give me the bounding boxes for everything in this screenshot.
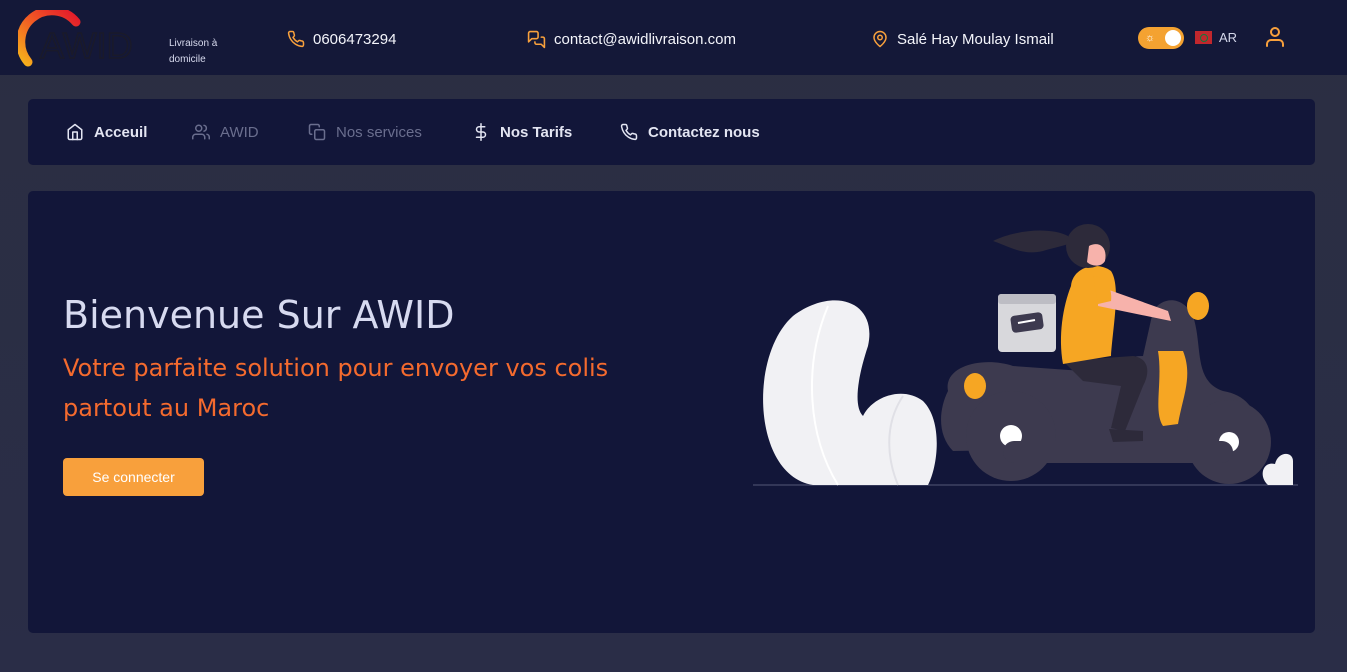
- sun-icon: ☼: [1145, 32, 1156, 44]
- login-button[interactable]: Se connecter: [63, 458, 204, 496]
- logo-subtitle: Livraison à domicile: [169, 38, 218, 65]
- user-icon[interactable]: [1263, 25, 1287, 49]
- phone-contact[interactable]: 0606473294: [287, 28, 396, 50]
- morocco-flag-icon[interactable]: [1195, 31, 1212, 44]
- nav-item-awid[interactable]: AWID: [192, 121, 259, 143]
- delivery-scooter-illustration: [753, 224, 1298, 486]
- nav-label: Nos services: [336, 123, 422, 141]
- copy-icon: [308, 123, 326, 141]
- chat-icon: [527, 30, 546, 48]
- phone-number: 0606473294: [313, 30, 397, 48]
- theme-toggle[interactable]: ☼: [1138, 27, 1184, 49]
- address-contact[interactable]: Salé Hay Moulay Ismail: [871, 28, 1054, 50]
- main-nav: Acceuil AWID Nos services Nos Tarifs Con…: [28, 99, 1315, 165]
- hero-section: Bienvenue Sur AWID Votre parfaite soluti…: [28, 191, 1315, 633]
- phone-icon: [620, 123, 638, 141]
- nav-item-acceuil[interactable]: Acceuil: [66, 121, 147, 143]
- phone-icon: [287, 30, 305, 48]
- map-pin-icon: [873, 30, 887, 48]
- logo-text: AWID: [40, 25, 133, 66]
- language-switch[interactable]: AR: [1219, 30, 1237, 45]
- users-icon: [192, 124, 210, 140]
- nav-label: Nos Tarifs: [500, 123, 573, 141]
- nav-item-tarifs[interactable]: Nos Tarifs: [472, 121, 572, 143]
- nav-label: Contactez nous: [648, 123, 760, 141]
- email-address: contact@awidlivraison.com: [554, 30, 736, 48]
- top-bar: AWID Livraison à domicile 0606473294 con…: [0, 0, 1347, 75]
- nav-label: Acceuil: [94, 123, 148, 141]
- hero-subtitle: Votre parfaite solution pour envoyer vos…: [63, 354, 609, 422]
- logo[interactable]: AWID: [18, 10, 168, 68]
- email-contact[interactable]: contact@awidlivraison.com: [527, 28, 736, 50]
- toggle-knob: [1165, 30, 1181, 46]
- nav-item-contact[interactable]: Contactez nous: [620, 121, 760, 143]
- dollar-icon: [475, 123, 487, 141]
- address-text: Salé Hay Moulay Ismail: [897, 30, 1054, 48]
- hero-title: Bienvenue Sur AWID: [63, 293, 455, 337]
- nav-item-services[interactable]: Nos services: [308, 121, 422, 143]
- nav-label: AWID: [220, 123, 259, 141]
- home-icon: [67, 123, 83, 141]
